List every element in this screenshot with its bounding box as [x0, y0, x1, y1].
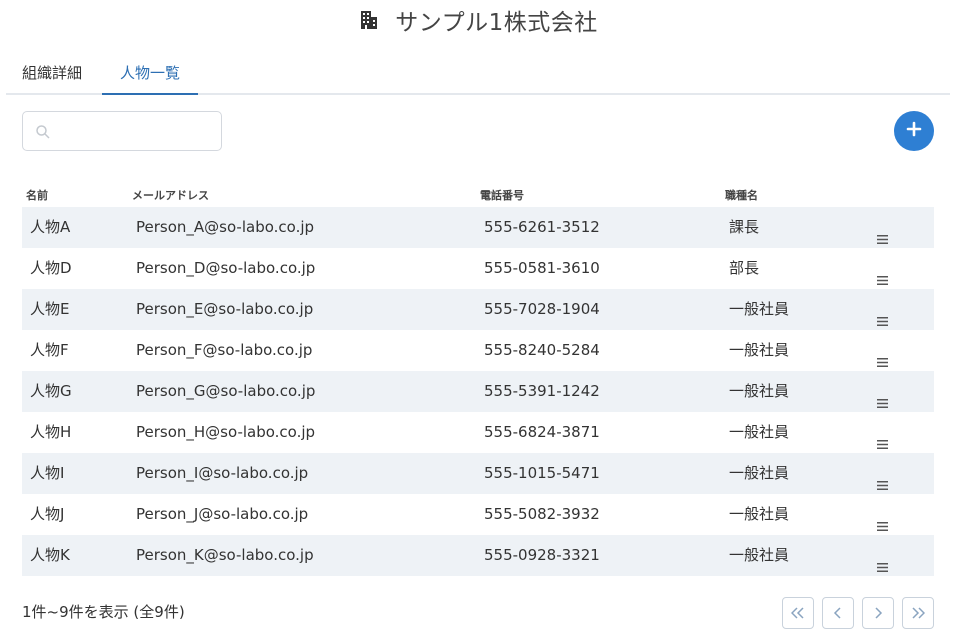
first-page-button[interactable]	[782, 597, 814, 629]
building-icon	[359, 10, 379, 30]
next-page-icon	[873, 604, 883, 623]
people-table: 名前 メールアドレス 電話番号 職種名 人物A Person_A@so-labo…	[22, 184, 934, 576]
cell-phone: 555-6261-3512	[484, 218, 600, 236]
row-menu-icon[interactable]	[876, 344, 889, 367]
table-row[interactable]: 人物H Person_H@so-labo.co.jp 555-6824-3871…	[22, 412, 934, 453]
row-menu-icon[interactable]	[876, 549, 889, 572]
pagination-summary: 1件~9件を表示 (全9件)	[22, 603, 185, 621]
cell-phone: 555-5082-3932	[484, 505, 600, 523]
cell-role: 一般社員	[729, 382, 790, 400]
header-phone: 電話番号	[480, 189, 524, 202]
search-box	[22, 111, 222, 151]
cell-phone: 555-6824-3871	[484, 423, 600, 441]
cell-role: 一般社員	[729, 464, 790, 482]
row-menu-icon[interactable]	[876, 508, 889, 531]
cell-role: 一般社員	[729, 423, 790, 441]
last-page-icon	[911, 604, 926, 623]
cell-role: 一般社員	[729, 341, 790, 359]
cell-phone: 555-0928-3321	[484, 546, 600, 564]
page-header: サンプル1株式会社	[0, 4, 957, 36]
cell-name: 人物G	[30, 382, 72, 400]
cell-email: Person_A@so-labo.co.jp	[136, 218, 315, 236]
cell-email: Person_G@so-labo.co.jp	[136, 382, 316, 400]
pagination	[782, 597, 934, 629]
cell-role: 部長	[729, 259, 760, 277]
cell-email: Person_I@so-labo.co.jp	[136, 464, 309, 482]
cell-name: 人物D	[30, 259, 72, 277]
search-icon	[35, 124, 51, 140]
table-row[interactable]: 人物J Person_J@so-labo.co.jp 555-5082-3932…	[22, 494, 934, 535]
table-row[interactable]: 人物A Person_A@so-labo.co.jp 555-6261-3512…	[22, 207, 934, 248]
cell-email: Person_J@so-labo.co.jp	[136, 505, 309, 523]
table-row[interactable]: 人物K Person_K@so-labo.co.jp 555-0928-3321…	[22, 535, 934, 576]
row-menu-icon[interactable]	[876, 262, 889, 285]
table-row[interactable]: 人物E Person_E@so-labo.co.jp 555-7028-1904…	[22, 289, 934, 330]
cell-role: 課長	[729, 218, 760, 236]
tab-bar: 組織詳細 人物一覧	[6, 55, 950, 95]
tab-people-list[interactable]: 人物一覧	[102, 55, 198, 95]
table-row[interactable]: 人物I Person_I@so-labo.co.jp 555-1015-5471…	[22, 453, 934, 494]
prev-page-button[interactable]	[822, 597, 854, 629]
cell-phone: 555-7028-1904	[484, 300, 600, 318]
add-person-button[interactable]	[894, 111, 934, 151]
cell-name: 人物H	[30, 423, 72, 441]
row-menu-icon[interactable]	[876, 303, 889, 326]
row-menu-icon[interactable]	[876, 426, 889, 449]
cell-role: 一般社員	[729, 300, 790, 318]
row-menu-icon[interactable]	[876, 221, 889, 244]
cell-name: 人物J	[30, 505, 65, 523]
first-page-icon	[790, 604, 805, 623]
plus-icon	[906, 121, 922, 141]
cell-phone: 555-5391-1242	[484, 382, 600, 400]
tab-organization-details[interactable]: 組織詳細	[22, 55, 102, 95]
cell-email: Person_K@so-labo.co.jp	[136, 546, 314, 564]
cell-phone: 555-8240-5284	[484, 341, 600, 359]
cell-role: 一般社員	[729, 505, 790, 523]
table-row[interactable]: 人物D Person_D@so-labo.co.jp 555-0581-3610…	[22, 248, 934, 289]
search-input[interactable]	[57, 118, 215, 144]
table-row[interactable]: 人物F Person_F@so-labo.co.jp 555-8240-5284…	[22, 330, 934, 371]
cell-name: 人物A	[30, 218, 71, 236]
cell-name: 人物E	[30, 300, 70, 318]
cell-name: 人物F	[30, 341, 69, 359]
header-name: 名前	[26, 189, 48, 202]
header-email: メールアドレス	[132, 189, 209, 202]
cell-role: 一般社員	[729, 546, 790, 564]
cell-name: 人物I	[30, 464, 65, 482]
row-menu-icon[interactable]	[876, 385, 889, 408]
cell-name: 人物K	[30, 546, 70, 564]
cell-email: Person_F@so-labo.co.jp	[136, 341, 313, 359]
cell-email: Person_H@so-labo.co.jp	[136, 423, 316, 441]
table-row[interactable]: 人物G Person_G@so-labo.co.jp 555-5391-1242…	[22, 371, 934, 412]
page-title: サンプル1株式会社	[395, 10, 598, 36]
row-menu-icon[interactable]	[876, 467, 889, 490]
cell-phone: 555-0581-3610	[484, 259, 600, 277]
cell-email: Person_E@so-labo.co.jp	[136, 300, 314, 318]
table-header: 名前 メールアドレス 電話番号 職種名	[22, 184, 934, 207]
last-page-button[interactable]	[902, 597, 934, 629]
header-role: 職種名	[725, 189, 758, 202]
prev-page-icon	[833, 604, 843, 623]
cell-phone: 555-1015-5471	[484, 464, 600, 482]
cell-email: Person_D@so-labo.co.jp	[136, 259, 316, 277]
next-page-button[interactable]	[862, 597, 894, 629]
